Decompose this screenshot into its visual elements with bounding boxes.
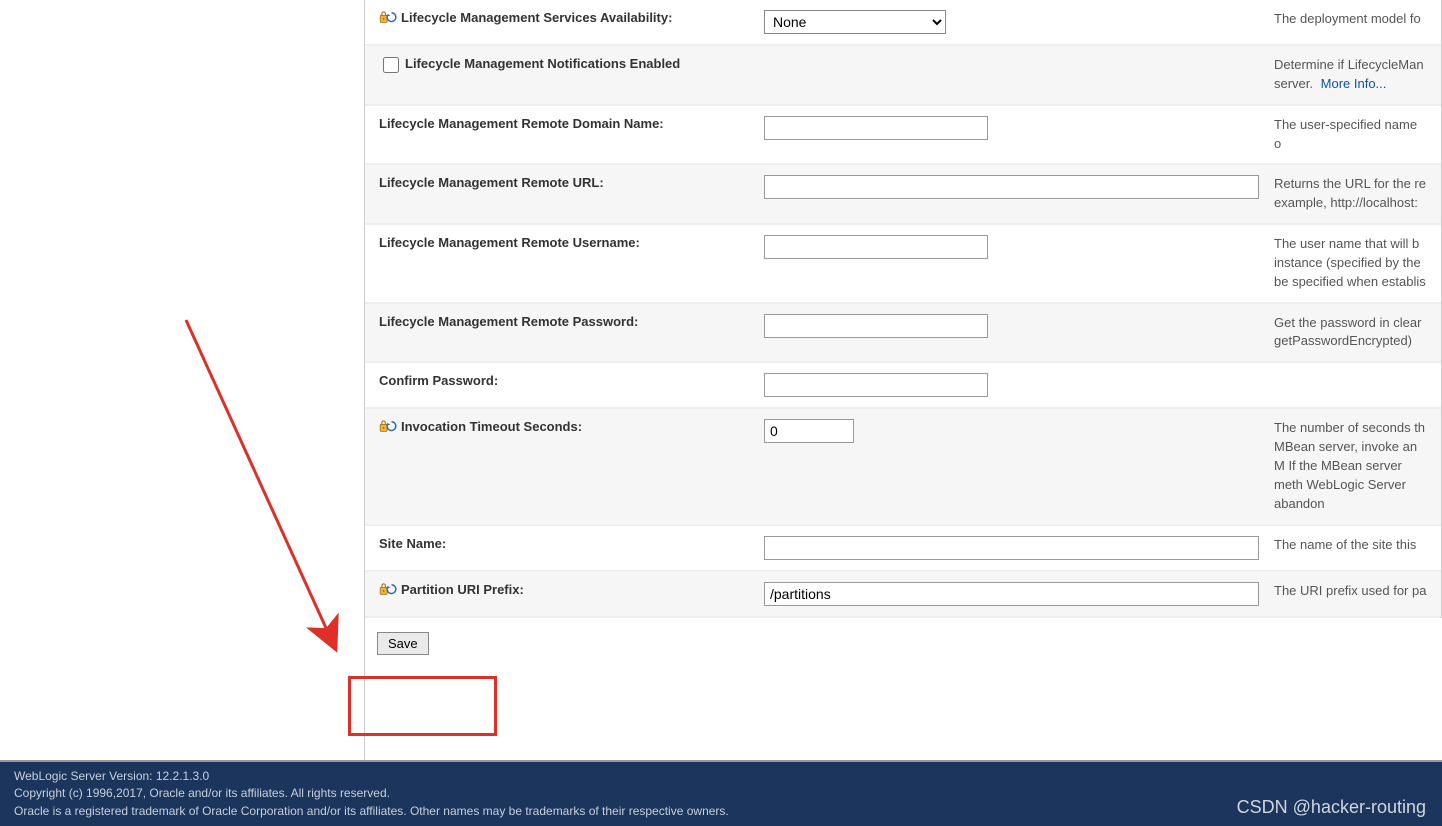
field-label-cell: Lifecycle Management Services Availabili… — [379, 10, 764, 25]
form-row: Partition URI Prefix: The URI prefix used… — [365, 572, 1441, 618]
field-input-cell — [764, 419, 1274, 443]
field-description: The user name that will b instance (spec… — [1274, 235, 1427, 292]
field-label-cell: Partition URI Prefix: — [379, 582, 764, 597]
text-input[interactable] — [764, 235, 988, 259]
field-label-cell: Lifecycle Management Remote Domain Name: — [379, 116, 764, 131]
field-description: The name of the site this — [1274, 536, 1427, 555]
annotation-highlight-box — [348, 676, 497, 736]
more-info-link[interactable]: More Info... — [1321, 76, 1387, 91]
footer-version: WebLogic Server Version: 12.2.1.3.0 — [14, 768, 1428, 785]
footer-trademark: Oracle is a registered trademark of Orac… — [14, 803, 1428, 820]
field-input-cell — [764, 314, 1274, 338]
field-label-cell: Lifecycle Management Remote Username: — [379, 235, 764, 250]
field-label-cell: Site Name: — [379, 536, 764, 551]
watermark-text: CSDN @hacker-routing — [1237, 794, 1426, 820]
field-label: Lifecycle Management Notifications Enabl… — [405, 56, 680, 71]
field-input-cell — [764, 582, 1274, 606]
field-label: Lifecycle Management Remote Password: — [379, 314, 638, 329]
field-input-cell — [764, 373, 1274, 397]
form-row: Lifecycle Management Remote URL: Returns … — [365, 165, 1441, 225]
form-row: Lifecycle Management Remote Domain Name:… — [365, 106, 1441, 166]
form-row: Lifecycle Management Notifications Enabl… — [365, 46, 1441, 106]
password-input[interactable] — [764, 373, 988, 397]
select-input[interactable]: None — [764, 10, 946, 34]
form-row: Invocation Timeout Seconds: The number of… — [365, 409, 1441, 525]
field-label-cell: Invocation Timeout Seconds: — [379, 419, 764, 434]
field-label: Confirm Password: — [379, 373, 498, 388]
password-input[interactable] — [764, 314, 988, 338]
lock-restart-icon — [379, 11, 397, 25]
field-input-cell — [764, 235, 1274, 259]
field-label: Partition URI Prefix: — [401, 582, 524, 597]
form-row: Lifecycle Management Services Availabili… — [365, 0, 1441, 46]
field-input-cell — [764, 536, 1274, 560]
form-row: Lifecycle Management Remote Password: Get… — [365, 304, 1441, 364]
form-row: Site Name: The name of the site this — [365, 526, 1441, 572]
field-label: Lifecycle Management Remote Domain Name: — [379, 116, 664, 131]
field-label-cell: Lifecycle Management Remote Password: — [379, 314, 764, 329]
checkbox-input[interactable] — [383, 57, 399, 73]
field-input-cell — [764, 175, 1274, 199]
field-description: The number of seconds th MBean server, i… — [1274, 419, 1427, 513]
text-input[interactable] — [764, 419, 854, 443]
field-label-cell: Lifecycle Management Notifications Enabl… — [379, 56, 764, 76]
field-description: The deployment model fo — [1274, 10, 1427, 29]
field-description: The user-specified name o — [1274, 116, 1427, 154]
left-sidebar — [0, 0, 364, 760]
annotation-arrow — [0, 0, 400, 700]
field-label: Invocation Timeout Seconds: — [401, 419, 582, 434]
text-input[interactable] — [764, 175, 1259, 199]
field-label-cell: Confirm Password: — [379, 373, 764, 388]
text-input[interactable] — [764, 116, 988, 140]
field-description: The URI prefix used for pa — [1274, 582, 1427, 601]
field-input-cell — [764, 116, 1274, 140]
field-label: Site Name: — [379, 536, 446, 551]
field-label: Lifecycle Management Remote Username: — [379, 235, 640, 250]
form-row: Lifecycle Management Remote Username: The… — [365, 225, 1441, 304]
text-input[interactable] — [764, 536, 1259, 560]
field-label-cell: Lifecycle Management Remote URL: — [379, 175, 764, 190]
field-description: Get the password in clear getPasswordEnc… — [1274, 314, 1427, 352]
form-row: Confirm Password: — [365, 363, 1441, 409]
save-button[interactable]: Save — [377, 632, 429, 655]
settings-form-panel: Lifecycle Management Services Availabili… — [364, 0, 1442, 760]
lock-restart-icon — [379, 420, 397, 434]
page-footer: WebLogic Server Version: 12.2.1.3.0 Copy… — [0, 762, 1442, 826]
text-input[interactable] — [764, 582, 1259, 606]
field-label: Lifecycle Management Services Availabili… — [401, 10, 672, 25]
field-input-cell: None — [764, 10, 1274, 34]
save-row: Save — [365, 618, 1442, 683]
field-label: Lifecycle Management Remote URL: — [379, 175, 604, 190]
field-description: Determine if LifecycleMan server. More I… — [1274, 56, 1427, 94]
lock-restart-icon — [379, 583, 397, 597]
footer-copyright: Copyright (c) 1996,2017, Oracle and/or i… — [14, 785, 1428, 802]
field-description: Returns the URL for the re example, http… — [1274, 175, 1427, 213]
